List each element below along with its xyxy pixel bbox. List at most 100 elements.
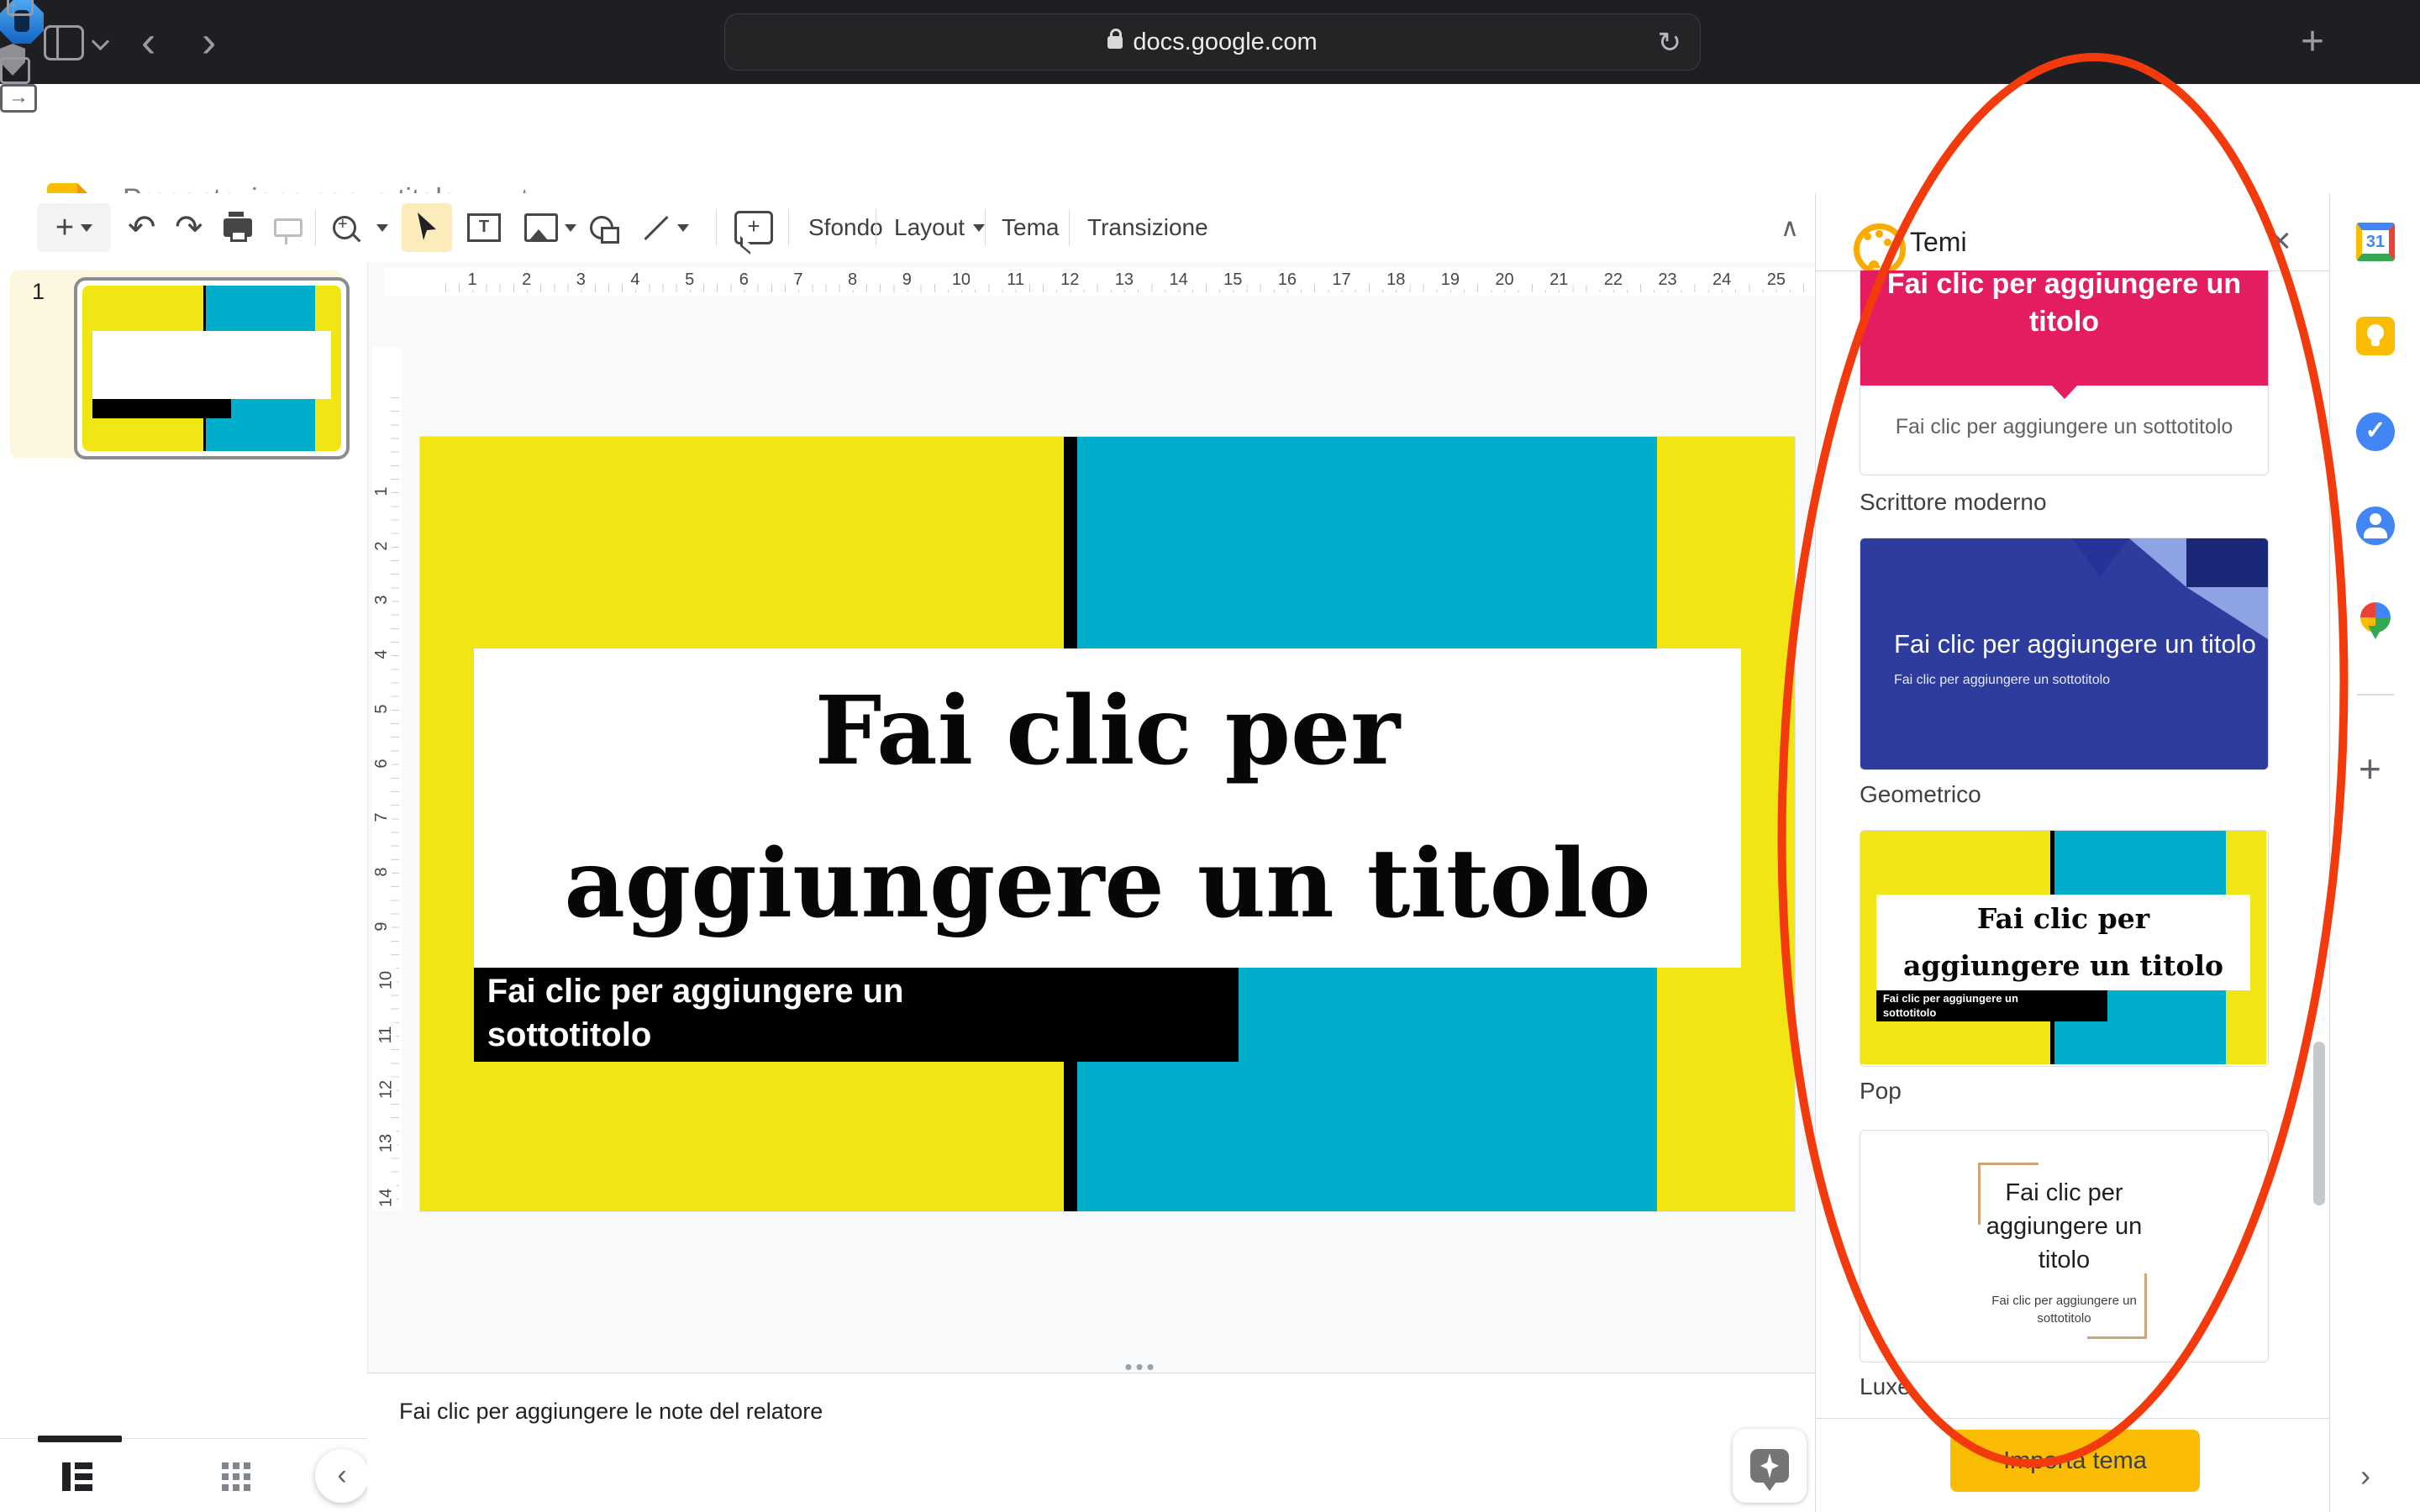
speaker-notes[interactable]: Fai clic per aggiungere le note del rela… (367, 1373, 1815, 1512)
slides-toolbar: + ↶ ↷ T + Sfondo Layout Tema Transizione… (0, 193, 1815, 263)
ruler-number: 8 (372, 864, 392, 879)
add-addon-icon[interactable]: + (2359, 746, 2381, 791)
import-theme-button[interactable]: Importa tema (1950, 1430, 2200, 1492)
ruler-number: 21 (1544, 270, 1573, 290)
print-icon[interactable] (224, 193, 252, 262)
ruler-number: 7 (788, 270, 808, 290)
ruler-number: 5 (372, 701, 392, 717)
ruler-number: 3 (372, 592, 392, 608)
paint-format-icon (274, 193, 302, 262)
ruler-number: 7 (372, 810, 392, 826)
ruler-number: 13 (1110, 270, 1139, 290)
current-slide[interactable]: Fai clic peraggiungere un titolo Fai cli… (420, 437, 1795, 1211)
themes-panel-title: Temi (1910, 227, 1967, 258)
ruler-number: 2 (517, 270, 536, 290)
theme-card-scrittore-moderno[interactable]: Fai clic per aggiungere untitolo Fai cli… (1860, 270, 2269, 475)
panel-scrollbar[interactable] (2313, 1042, 2325, 1205)
insert-line-icon[interactable] (640, 193, 672, 262)
maps-icon[interactable] (2356, 601, 2395, 639)
tasks-icon[interactable]: ✓ (2356, 412, 2395, 451)
forward-icon: › (202, 0, 216, 84)
ruler-number: 12 (377, 1077, 397, 1102)
ruler-number: 10 (947, 270, 976, 290)
horizontal-ruler: 1234567891011121314151617181920212223242… (384, 267, 1815, 296)
ruler-number: 9 (897, 270, 917, 290)
collapse-toolbar-icon[interactable]: ∧ (1771, 193, 1808, 262)
ruler-number: 1 (372, 483, 392, 499)
lock-icon (1107, 36, 1123, 49)
collapse-filmstrip-button[interactable]: ‹ (315, 1449, 369, 1503)
background-button[interactable]: Sfondo (808, 193, 883, 262)
new-slide-button[interactable]: + (37, 203, 111, 252)
ruler-number: 2 (372, 538, 392, 554)
text-box-icon[interactable]: T (467, 193, 501, 262)
browser-toolbar: ‹ › docs.google.com ↻ + (0, 0, 2420, 84)
ruler-number: 25 (1762, 270, 1791, 290)
url-text: docs.google.com (1133, 29, 1317, 56)
themes-panel: Temi × Fai clic per aggiungere untitolo … (1815, 193, 2330, 1512)
ruler-number: 9 (372, 918, 392, 934)
theme-card-luxe[interactable]: Fai clic peraggiungere untitolo Fai clic… (1860, 1130, 2269, 1362)
ruler-number: 8 (843, 270, 862, 290)
keep-icon[interactable] (2356, 317, 2395, 355)
reload-icon[interactable]: ↻ (1658, 26, 1682, 60)
sidebar-chevron-down-icon[interactable] (92, 33, 109, 50)
ruler-number: 23 (1653, 270, 1681, 290)
redo-icon[interactable]: ↷ (175, 193, 203, 262)
theme-label: Pop (1860, 1078, 1902, 1105)
ruler-number: 18 (1381, 270, 1410, 290)
new-tab-icon[interactable]: + (2301, 18, 2324, 66)
insert-comment-icon[interactable]: + (734, 193, 773, 262)
transition-button[interactable]: Transizione (1087, 193, 1208, 262)
ruler-number: 16 (1273, 270, 1302, 290)
comment-spark-button[interactable] (1733, 1429, 1807, 1503)
cursor-icon (414, 213, 439, 243)
theme-card-pop[interactable]: Fai clic peraggiungere un titolo Fai cli… (1860, 830, 2269, 1067)
insert-image-icon[interactable] (524, 193, 558, 262)
line-caret-icon[interactable] (677, 193, 689, 262)
select-tool[interactable] (402, 203, 452, 252)
ruler-number: 6 (734, 270, 754, 290)
ruler-number: 12 (1055, 270, 1084, 290)
slide-canvas: 1234567891011121314151617181920212223242… (367, 262, 1815, 1512)
theme-button[interactable]: Tema (1002, 193, 1059, 262)
move-folder-icon[interactable]: → (0, 84, 37, 113)
ruler-number: 10 (377, 968, 397, 993)
zoom-icon[interactable] (333, 193, 356, 262)
layout-button[interactable]: Layout (894, 193, 985, 262)
contacts-icon[interactable] (2356, 507, 2395, 545)
thumbnail-slide (82, 286, 341, 451)
slide-filmstrip: 1 ‹ (0, 262, 368, 1512)
filmstrip-view-icon[interactable] (62, 1462, 92, 1491)
active-view-indicator (38, 1436, 122, 1442)
back-icon[interactable]: ‹ (141, 0, 155, 84)
sidebar-divider (2357, 694, 2394, 696)
vertical-ruler: 1234567891011121314 (372, 347, 402, 1210)
undo-icon[interactable]: ↶ (128, 193, 156, 262)
theme-card-geometrico[interactable]: Fai clic per aggiungere un titolo Fai cl… (1860, 538, 2269, 770)
close-icon[interactable]: × (2270, 220, 2291, 262)
slide-thumbnail[interactable] (74, 277, 350, 459)
safari-window: ‹ › docs.google.com ↻ + Presentazione se… (0, 0, 2420, 1512)
new-slide-caret-icon (81, 224, 92, 232)
address-bar[interactable]: docs.google.com ↻ (724, 13, 1701, 71)
ruler-number: 1 (462, 270, 481, 290)
spark-icon (1750, 1449, 1789, 1483)
filmstrip-selected-slide[interactable]: 1 (10, 270, 343, 458)
slide-subtitle-placeholder[interactable]: Fai clic per aggiungere unsottotitolo (474, 968, 1239, 1063)
slide-title-placeholder[interactable]: Fai clic peraggiungere un titolo (474, 648, 1741, 968)
grid-view-icon[interactable] (222, 1462, 229, 1469)
hide-sidebar-icon[interactable]: › (2360, 1458, 2370, 1494)
speaker-notes-placeholder[interactable]: Fai clic per aggiungere le note del rela… (399, 1399, 823, 1425)
insert-shape-icon[interactable] (590, 193, 613, 262)
ruler-number: 4 (625, 270, 644, 290)
zoom-caret-icon[interactable] (376, 193, 388, 262)
ruler-number: 11 (376, 1023, 396, 1047)
theme-label: Scrittore moderno (1860, 489, 2047, 516)
calendar-icon[interactable]: 31 (2356, 223, 2395, 261)
sidebar-toggle-icon[interactable] (44, 25, 84, 60)
image-caret-icon[interactable] (565, 193, 576, 262)
theme-label: Geometrico (1860, 781, 1981, 808)
filmstrip-footer: ‹ (0, 1438, 367, 1512)
theme-label: Luxe (1860, 1373, 1911, 1400)
